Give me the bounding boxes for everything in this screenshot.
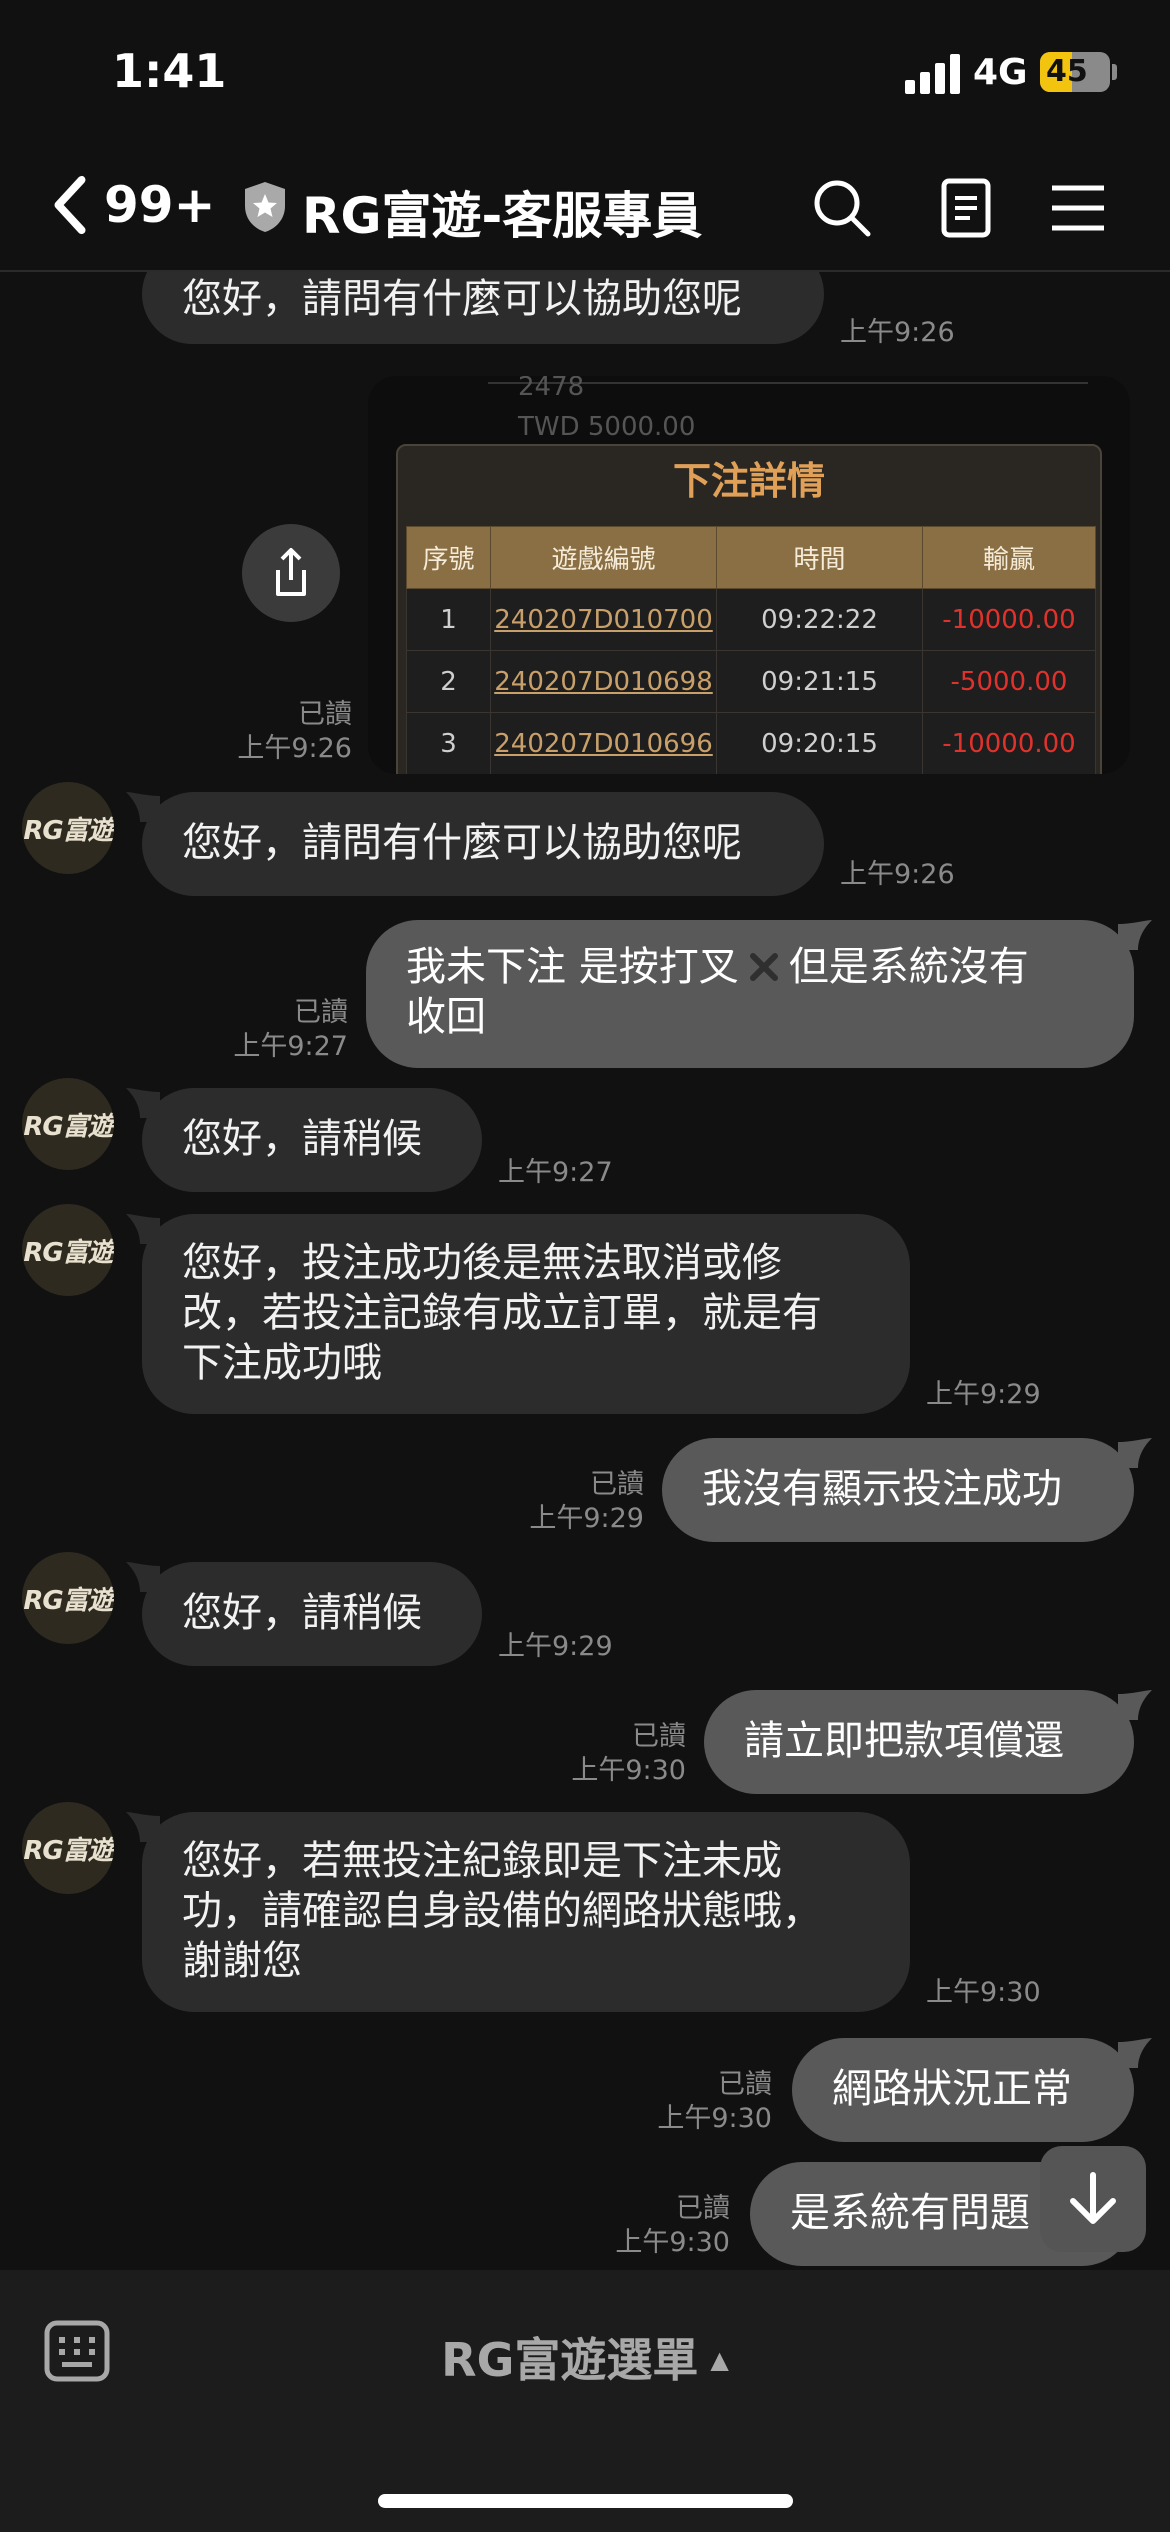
message-time: 上午9:30 [615,2227,730,2258]
incoming-message[interactable]: 您好，請稍候 [142,1088,482,1192]
win-loss: -10000.00 [922,588,1096,651]
unread-count: 99+ [104,176,216,234]
bet-time: 09:22:22 [716,588,923,651]
avatar-logo: RG富遊 [23,1835,113,1866]
battery-percent: 45 [1046,54,1088,89]
bubble-tail [1118,920,1152,950]
table-row: 3 240207D010696 09:20:15 -10000.00 [406,712,1096,774]
bottom-menu-bar: RG富遊選單 ▲ [0,2270,1170,2532]
status-bar: 1:41 4G 45 [0,0,1170,140]
table-row: 2 240207D010698 09:21:15 -5000.00 [406,650,1096,713]
back-button[interactable]: 99+ [50,170,220,240]
share-button[interactable] [242,524,340,622]
message-time: 上午9:29 [529,1503,644,1534]
win-loss: -5000.00 [922,650,1096,713]
incoming-message[interactable]: 您好，若無投注紀錄即是下注未成 功，請確認自身設備的網路狀態哦， 謝謝您 [142,1812,910,2012]
message-time: 上午9:27 [498,1157,613,1188]
row-index: 2 [406,650,491,713]
agent-avatar[interactable]: RG富遊 [22,1802,114,1894]
game-id: 240207D010696 [490,712,717,774]
incoming-message[interactable]: 您好，請問有什麼可以協助您呢 [142,272,824,344]
outgoing-message[interactable]: 我沒有顯示投注成功 [662,1438,1134,1542]
outgoing-message[interactable]: 網路狀況正常 [792,2038,1134,2142]
game-id: 240207D010700 [490,588,717,651]
scroll-to-bottom-button[interactable] [1040,2146,1146,2252]
table-header: 遊戲編號 [490,526,717,589]
chat-header: 99+ RG富遊-客服專員 [0,140,1170,272]
caret-up-icon: ▲ [710,2346,729,2374]
outgoing-message[interactable]: 我未下注 是按打叉 但是系統沒有 收回 [366,920,1134,1068]
image-background-text: TWD 5000.00 [518,412,696,442]
chevron-left-icon [54,175,86,235]
outgoing-message[interactable]: 請立即把款項償還 [704,1690,1134,1794]
image-background-text: 2478 [518,376,585,402]
agent-avatar[interactable]: RG富遊 [22,782,114,874]
message-time: 上午9:30 [926,1977,1041,2008]
avatar-logo: RG富遊 [23,1237,113,1268]
message-time: 上午9:26 [237,733,352,764]
avatar-logo: RG富遊 [23,1585,113,1616]
share-icon [276,548,306,596]
message-time: 上午9:27 [233,1031,348,1062]
game-id: 240207D010698 [490,650,717,713]
bubble-tail [1118,1438,1152,1468]
battery-tip [1112,64,1117,80]
message-time: 上午9:30 [657,2103,772,2134]
battery-icon: 45 [1040,52,1110,92]
status-time: 1:41 [112,44,227,98]
incoming-message[interactable]: 您好，投注成功後是無法取消或修 改，若投注記錄有成立訂單，就是有 下注成功哦 [142,1214,910,1414]
message-time: 上午9:26 [840,317,955,348]
search-icon[interactable] [810,176,874,240]
table-row: 1 240207D010700 09:22:22 -10000.00 [406,588,1096,651]
menu-label: RG富遊選單 [441,2333,699,2387]
verified-shield-icon [245,182,285,232]
bubble-tail [1118,2038,1152,2068]
cellular-signal-icon [905,54,961,94]
message-time: 上午9:29 [926,1379,1041,1410]
message-time: 上午9:29 [498,1631,613,1662]
home-indicator [378,2494,793,2508]
bet-time: 09:20:15 [716,712,923,774]
agent-avatar[interactable]: RG富遊 [22,1552,114,1644]
bet-table: 序號 遊戲編號 時間 輸贏 1 240207D010700 09:22:22 -… [406,526,1096,774]
image-message[interactable]: 2478 TWD 5000.00 下注詳情 序號 遊戲編號 時間 輸贏 1 24… [368,376,1130,774]
row-index: 3 [406,712,491,774]
table-header: 時間 [716,526,923,589]
table-header: 輸贏 [922,526,1096,589]
message-list[interactable]: 您好，請問有什麼可以協助您呢 上午9:26 2478 TWD 5000.00 下… [0,272,1170,2270]
menu-icon[interactable] [1046,176,1110,240]
avatar-logo: RG富遊 [23,1111,113,1142]
table-header: 序號 [406,526,491,589]
network-type: 4G [973,52,1028,93]
close-x-icon [749,953,778,981]
row-index: 1 [406,588,491,651]
agent-avatar[interactable]: RG富遊 [22,1078,114,1170]
bet-details-panel: 下注詳情 序號 遊戲編號 時間 輸贏 1 240207D010700 09:22… [396,444,1102,774]
panel-title: 下注詳情 [672,459,825,503]
avatar-logo: RG富遊 [23,815,113,846]
win-loss: -10000.00 [922,712,1096,774]
chat-title: RG富遊-客服專員 [302,187,703,245]
message-time: 上午9:30 [571,1755,686,1786]
agent-avatar[interactable]: RG富遊 [22,1204,114,1296]
bubble-tail [1118,1690,1152,1720]
message-text: 我未下注 是按打叉 [406,944,739,990]
rich-menu-toggle[interactable]: RG富遊選單 ▲ [0,2324,1170,2390]
notes-icon[interactable] [934,176,998,240]
message-time: 上午9:26 [840,859,955,890]
incoming-message[interactable]: 您好，請問有什麼可以協助您呢 [142,792,824,896]
bet-time: 09:21:15 [716,650,923,713]
incoming-message[interactable]: 您好，請稍候 [142,1562,482,1666]
arrow-down-icon [1070,2172,1116,2224]
